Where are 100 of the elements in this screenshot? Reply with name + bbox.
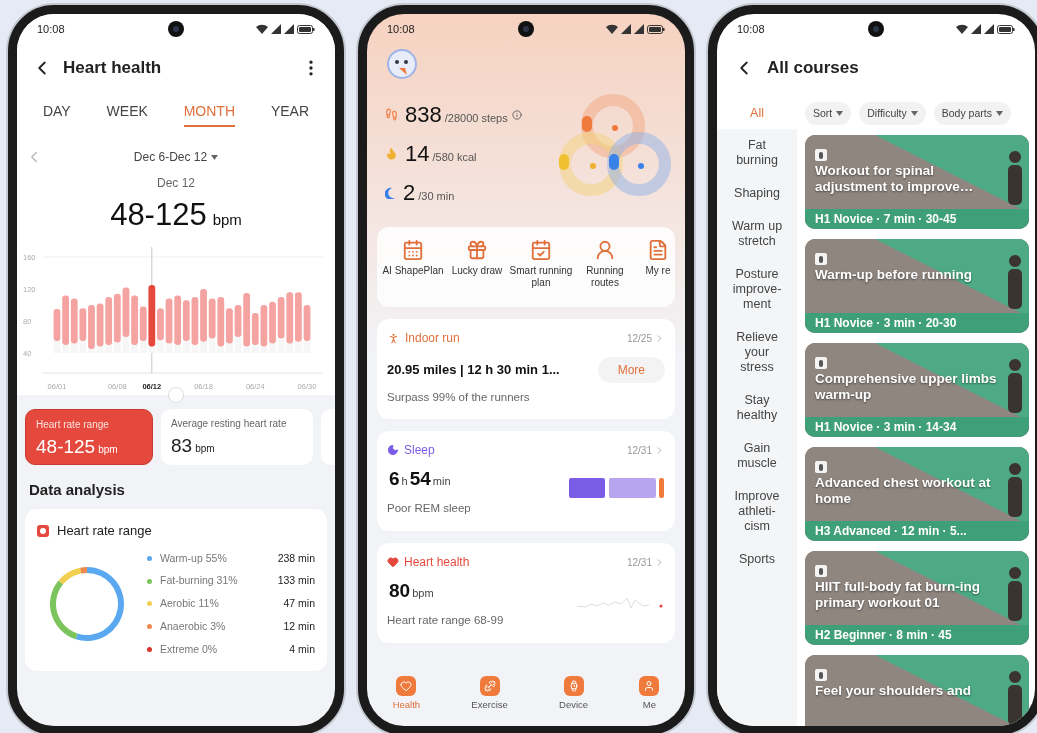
filter-chip[interactable]: Difficulty (859, 101, 926, 126)
category-item[interactable]: Shaping (717, 177, 797, 210)
heart-icon (387, 556, 399, 568)
course-meta: H3 Advanced · 12 min · 5... (805, 521, 1029, 541)
legend-label: Extreme 0% (160, 641, 218, 657)
stat-goal: /30 min (418, 189, 455, 204)
runner-icon (387, 331, 400, 345)
caret-icon (211, 154, 219, 160)
filter-chip[interactable]: Body parts (933, 101, 1011, 126)
analysis-title: Heart rate range (57, 522, 152, 540)
status-time: 10:08 (737, 21, 765, 37)
summary-card[interactable]: Average resting heart rate 83 bpm (161, 408, 313, 465)
period-tab[interactable]: YEAR (270, 101, 310, 127)
legend-label: Aerobic 11% (160, 596, 219, 611)
camera-hole (168, 21, 184, 37)
card-note: Poor REM sleep (387, 500, 471, 516)
nav-tab[interactable]: Me (639, 675, 660, 713)
course-meta: H1 Novice · 3 min · 14-34 (805, 417, 1029, 437)
legend-duration: 4 min (289, 641, 315, 657)
workout-icon (815, 461, 827, 473)
card-title: Heart health (404, 554, 470, 571)
card-unit: min (432, 474, 451, 489)
category-item[interactable]: Sports (717, 543, 797, 576)
document-icon (647, 239, 669, 261)
heart-icon (396, 675, 417, 696)
course-card[interactable]: Comprehensive upper limbs warm-up H1 Novice · 3 min · 14-34 (805, 343, 1029, 437)
camera-hole (518, 21, 534, 37)
status-time: 10:08 (387, 21, 415, 37)
wifi-icon (956, 24, 968, 34)
footprints-icon (385, 108, 398, 121)
calendar-icon (530, 239, 552, 261)
category-item[interactable]: Fat burning (717, 129, 797, 177)
workout-icon (815, 669, 827, 681)
watch-icon (563, 675, 584, 696)
category-item[interactable]: Improve athleti-cism (717, 480, 797, 543)
category-item[interactable]: Stay healthy (717, 384, 797, 432)
card-title: Average resting heart rate (171, 416, 288, 431)
card-value: 80 (389, 579, 411, 603)
summary-card[interactable]: Sleep 12/31 6 h 54min Poor REM sleep (377, 431, 675, 531)
summary-card[interactable]: Indoor run 12/25 20.95 miles | 12 h 30 min 1... More Surpass 99% of the runners (377, 319, 675, 419)
quick-action[interactable]: Running routes (573, 239, 637, 307)
stat-value: 14 (405, 140, 430, 168)
battery-icon (297, 24, 315, 34)
course-card[interactable]: Workout for spinal adjustment to improve… H1 Novice · 7 min · 30-45 (805, 135, 1029, 229)
card-value: 54 (409, 467, 431, 491)
card-unit: bpm (195, 441, 215, 456)
filter-chip[interactable]: Sort (805, 101, 852, 126)
course-title: Workout for spinal adjustment to improve… (815, 163, 975, 195)
flame-icon (385, 147, 398, 160)
quick-action[interactable]: Lucky draw (445, 239, 509, 307)
course-meta: H1 Novice · 3 min · 20-30 (805, 313, 1029, 333)
course-card[interactable]: HIIT full-body fat burn-ing primary workout 01 H2 Beginner · 8 min · 45 (805, 551, 1029, 645)
workout-icon (815, 149, 827, 161)
card-date: 12/25 (626, 331, 652, 346)
info-icon (511, 109, 522, 120)
nav-tab[interactable]: Exercise (471, 675, 508, 713)
card-note: Surpass 99% of the runners (387, 390, 531, 405)
caret-icon (995, 111, 1003, 116)
course-title: Warm-up before running (815, 267, 973, 283)
stat-goal: /580 kcal (432, 150, 477, 165)
category-item[interactable]: Relieve your stress (717, 321, 797, 384)
card-unit: bpm (98, 442, 118, 457)
selected-date: Dec 12 (156, 175, 196, 192)
mascot-icon (385, 48, 419, 80)
quick-action[interactable]: AI ShapePlan (381, 239, 445, 307)
course-card[interactable]: Feel your shoulders and (805, 655, 1029, 726)
wifi-icon (256, 24, 268, 34)
course-card[interactable]: Advanced chest workout at home H3 Advanced · 12 min · 5... (805, 447, 1029, 541)
section-title: Data analysis (28, 479, 126, 500)
date-range-dropdown[interactable]: Dec 6-Dec 12 (133, 148, 219, 166)
caret-icon (836, 111, 844, 116)
screen-title: All courses (767, 57, 859, 80)
legend-duration: 12 min (283, 618, 315, 634)
category-item[interactable]: Warm up stretch (717, 210, 797, 258)
stat-value: 2 (403, 179, 416, 207)
legend-label: Anaerobic 3% (160, 618, 226, 634)
quick-action[interactable]: My re (637, 239, 675, 307)
card-value: 83 (171, 433, 193, 458)
period-tab[interactable]: WEEK (106, 101, 148, 127)
nav-tab[interactable]: Device (559, 675, 589, 713)
period-tab[interactable]: DAY (42, 101, 71, 127)
course-card[interactable]: Warm-up before running H1 Novice · 3 min · 20-30 (805, 239, 1029, 333)
battery-icon (997, 24, 1015, 34)
screen-title: Heart health (63, 57, 162, 80)
card-unit: h (401, 474, 408, 489)
summary-card[interactable]: Heart health 12/31 80 bpm Heart rate range 68-99 (377, 543, 675, 643)
stat-value: 838 (405, 101, 442, 129)
reading-unit: bpm (212, 210, 242, 230)
legend-duration: 238 min (277, 550, 315, 566)
card-title: Indoor run (405, 330, 460, 347)
card-note: Heart rate range 68-99 (387, 612, 504, 628)
quick-action[interactable]: Smart running plan (509, 239, 573, 307)
course-title: Comprehensive upper limbs warm-up (815, 371, 998, 403)
person-icon (594, 239, 616, 261)
category-item[interactable]: Posture improve-ment (717, 258, 797, 321)
moon-icon (387, 444, 399, 456)
card-unit: bpm (412, 586, 434, 601)
legend-label: Fat-burning 31% (160, 573, 238, 589)
category-item[interactable]: Gain muscle (717, 432, 797, 480)
summary-card[interactable]: Heart rate range 48-125 bpm (25, 408, 153, 465)
